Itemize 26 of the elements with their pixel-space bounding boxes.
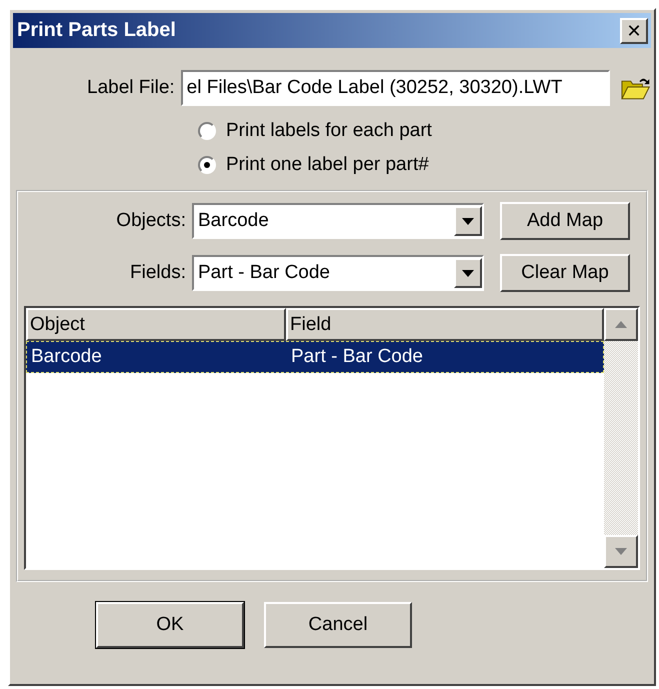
window-title: Print Parts Label [17, 19, 176, 42]
list-row[interactable]: Barcode Part - Bar Code [26, 341, 604, 373]
label-file-field[interactable]: el Files\Bar Code Label (30252, 30320).LWT [180, 70, 610, 106]
dropdown-arrow-icon [462, 270, 474, 276]
list-cell-text: Barcode [30, 345, 103, 369]
clear-map-button[interactable]: Clear Map [500, 254, 630, 292]
fields-dropdown[interactable]: Part - Bar Code [192, 255, 484, 291]
radio-button[interactable] [198, 156, 216, 174]
add-map-button[interactable]: Add Map [500, 202, 630, 240]
scrollbar[interactable] [604, 308, 638, 568]
scroll-up-icon [615, 321, 627, 328]
fields-label: Fields: [130, 262, 186, 284]
dropdown-arrow-icon [462, 218, 474, 224]
list-cell-text: Part - Bar Code [290, 345, 424, 369]
close-button[interactable]: ✕ [620, 18, 648, 44]
ok-button[interactable]: OK [96, 602, 244, 648]
radio-label: Print labels for each part [226, 120, 432, 142]
radio-button[interactable] [198, 122, 216, 140]
objects-label: Objects: [116, 210, 186, 232]
column-header[interactable]: Object [26, 308, 286, 341]
objects-dropdown[interactable]: Barcode [192, 203, 484, 239]
radio-label: Print one label per part# [226, 154, 429, 176]
scroll-down-icon [615, 548, 627, 555]
column-header[interactable]: Field [286, 308, 604, 341]
cancel-button[interactable]: Cancel [264, 602, 412, 648]
label-file-label: Label File: [87, 77, 175, 99]
